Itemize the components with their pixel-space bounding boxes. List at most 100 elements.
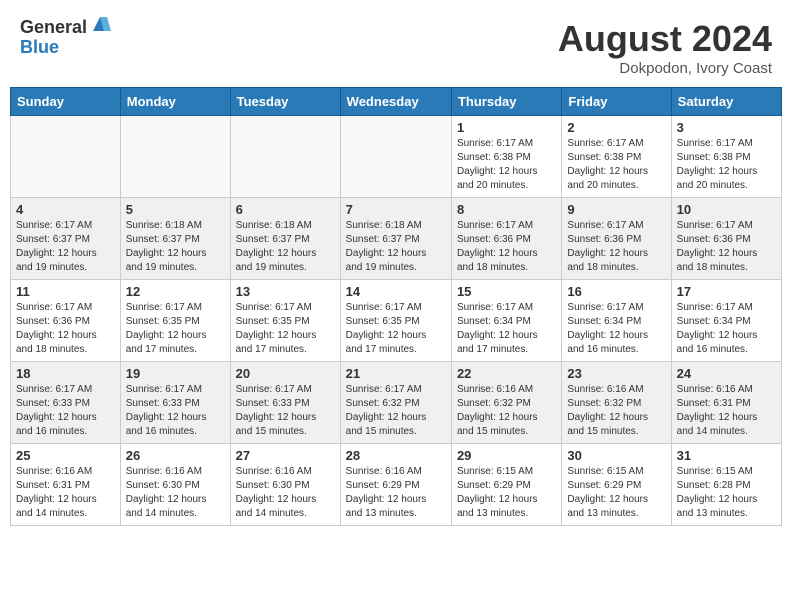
day-number: 26 [126,448,225,463]
day-info: Sunrise: 6:17 AM Sunset: 6:38 PM Dayligh… [567,137,665,193]
calendar-week-row: 1 Sunrise: 6:17 AM Sunset: 6:38 PM Daylig… [11,116,782,198]
day-number: 21 [346,366,446,381]
day-info: Sunrise: 6:16 AM Sunset: 6:31 PM Dayligh… [677,383,776,439]
day-info: Sunrise: 6:17 AM Sunset: 6:37 PM Dayligh… [16,219,115,275]
calendar-day-cell: 17 Sunrise: 6:17 AM Sunset: 6:34 PM Dayli… [671,280,781,362]
day-info: Sunrise: 6:16 AM Sunset: 6:32 PM Dayligh… [567,383,665,439]
day-of-week-header: Wednesday [340,88,451,116]
calendar-day-cell: 2 Sunrise: 6:17 AM Sunset: 6:38 PM Daylig… [562,116,671,198]
calendar-day-cell: 7 Sunrise: 6:18 AM Sunset: 6:37 PM Daylig… [340,198,451,280]
day-number: 6 [236,202,335,217]
page-header: General Blue August 2024 Dokpodon, Ivory… [10,10,782,82]
day-number: 16 [567,284,665,299]
calendar-day-cell: 26Sunrise: 6:16 AM Sunset: 6:30 PM Dayli… [120,444,230,526]
day-info: Sunrise: 6:17 AM Sunset: 6:34 PM Dayligh… [457,301,556,357]
day-number: 27 [236,448,335,463]
logo-icon [89,13,111,35]
day-number: 30 [567,448,665,463]
calendar-day-cell: 30 Sunrise: 6:15 AM Sunset: 6:29 PM Dayli… [562,444,671,526]
day-number: 17 [677,284,776,299]
day-number: 9 [567,202,665,217]
day-info: Sunrise: 6:17 AM Sunset: 6:33 PM Dayligh… [126,383,225,439]
day-number: 11 [16,284,115,299]
calendar-day-cell: 14Sunrise: 6:17 AM Sunset: 6:35 PM Dayli… [340,280,451,362]
calendar-day-cell: 11 Sunrise: 6:17 AM Sunset: 6:36 PM Dayli… [11,280,121,362]
day-info: Sunrise: 6:17 AM Sunset: 6:34 PM Dayligh… [677,301,776,357]
day-info: Sunrise: 6:18 AM Sunset: 6:37 PM Dayligh… [236,219,335,275]
day-info: Sunrise: 6:15 AM Sunset: 6:28 PM Dayligh… [677,465,776,521]
day-number: 28 [346,448,446,463]
calendar-day-cell [340,116,451,198]
calendar-day-cell: 13 Sunrise: 6:17 AM Sunset: 6:35 PM Dayli… [230,280,340,362]
day-info: Sunrise: 6:17 AM Sunset: 6:38 PM Dayligh… [457,137,556,193]
day-info: Sunrise: 6:15 AM Sunset: 6:29 PM Dayligh… [567,465,665,521]
day-number: 25 [16,448,115,463]
day-number: 19 [126,366,225,381]
day-number: 5 [126,202,225,217]
calendar-table: SundayMondayTuesdayWednesdayThursdayFrid… [10,87,782,526]
calendar-day-cell: 10Sunrise: 6:17 AM Sunset: 6:36 PM Dayli… [671,198,781,280]
calendar-day-cell [11,116,121,198]
day-info: Sunrise: 6:16 AM Sunset: 6:32 PM Dayligh… [457,383,556,439]
day-info: Sunrise: 6:16 AM Sunset: 6:31 PM Dayligh… [16,465,115,521]
calendar-day-cell: 6 Sunrise: 6:18 AM Sunset: 6:37 PM Daylig… [230,198,340,280]
calendar-day-cell: 24 Sunrise: 6:16 AM Sunset: 6:31 PM Dayli… [671,362,781,444]
calendar-header-row: SundayMondayTuesdayWednesdayThursdayFrid… [11,88,782,116]
day-number: 7 [346,202,446,217]
calendar-week-row: 11 Sunrise: 6:17 AM Sunset: 6:36 PM Dayli… [11,280,782,362]
day-info: Sunrise: 6:17 AM Sunset: 6:35 PM Dayligh… [126,301,225,357]
day-info: Sunrise: 6:15 AM Sunset: 6:29 PM Dayligh… [457,465,556,521]
day-number: 24 [677,366,776,381]
day-info: Sunrise: 6:17 AM Sunset: 6:36 PM Dayligh… [16,301,115,357]
calendar-day-cell: 16 Sunrise: 6:17 AM Sunset: 6:34 PM Dayli… [562,280,671,362]
calendar-day-cell [120,116,230,198]
day-info: Sunrise: 6:17 AM Sunset: 6:35 PM Dayligh… [236,301,335,357]
day-number: 3 [677,120,776,135]
day-info: Sunrise: 6:17 AM Sunset: 6:35 PM Dayligh… [346,301,446,357]
day-number: 18 [16,366,115,381]
day-info: Sunrise: 6:17 AM Sunset: 6:33 PM Dayligh… [16,383,115,439]
month-title: August 2024 [558,18,772,60]
day-info: Sunrise: 6:18 AM Sunset: 6:37 PM Dayligh… [126,219,225,275]
day-info: Sunrise: 6:18 AM Sunset: 6:37 PM Dayligh… [346,219,446,275]
day-info: Sunrise: 6:17 AM Sunset: 6:36 PM Dayligh… [457,219,556,275]
day-number: 13 [236,284,335,299]
calendar-day-cell: 4Sunrise: 6:17 AM Sunset: 6:37 PM Daylig… [11,198,121,280]
logo-general-text: General [20,18,87,38]
calendar-day-cell: 15 Sunrise: 6:17 AM Sunset: 6:34 PM Dayli… [451,280,561,362]
calendar-day-cell: 29Sunrise: 6:15 AM Sunset: 6:29 PM Dayli… [451,444,561,526]
calendar-day-cell: 12Sunrise: 6:17 AM Sunset: 6:35 PM Dayli… [120,280,230,362]
calendar-day-cell: 20 Sunrise: 6:17 AM Sunset: 6:33 PM Dayli… [230,362,340,444]
day-info: Sunrise: 6:17 AM Sunset: 6:34 PM Dayligh… [567,301,665,357]
title-area: August 2024 Dokpodon, Ivory Coast [558,18,772,77]
calendar-day-cell: 1 Sunrise: 6:17 AM Sunset: 6:38 PM Daylig… [451,116,561,198]
day-number: 1 [457,120,556,135]
day-number: 2 [567,120,665,135]
day-of-week-header: Tuesday [230,88,340,116]
day-info: Sunrise: 6:17 AM Sunset: 6:36 PM Dayligh… [567,219,665,275]
day-of-week-header: Monday [120,88,230,116]
day-of-week-header: Sunday [11,88,121,116]
calendar-day-cell: 25 Sunrise: 6:16 AM Sunset: 6:31 PM Dayli… [11,444,121,526]
calendar-day-cell: 8 Sunrise: 6:17 AM Sunset: 6:36 PM Daylig… [451,198,561,280]
day-info: Sunrise: 6:17 AM Sunset: 6:38 PM Dayligh… [677,137,776,193]
day-info: Sunrise: 6:17 AM Sunset: 6:33 PM Dayligh… [236,383,335,439]
day-number: 8 [457,202,556,217]
calendar-week-row: 18 Sunrise: 6:17 AM Sunset: 6:33 PM Dayli… [11,362,782,444]
day-info: Sunrise: 6:17 AM Sunset: 6:36 PM Dayligh… [677,219,776,275]
calendar-day-cell: 3 Sunrise: 6:17 AM Sunset: 6:38 PM Daylig… [671,116,781,198]
day-number: 15 [457,284,556,299]
calendar-day-cell: 5 Sunrise: 6:18 AM Sunset: 6:37 PM Daylig… [120,198,230,280]
day-of-week-header: Saturday [671,88,781,116]
day-number: 31 [677,448,776,463]
calendar-day-cell: 27Sunrise: 6:16 AM Sunset: 6:30 PM Dayli… [230,444,340,526]
day-info: Sunrise: 6:17 AM Sunset: 6:32 PM Dayligh… [346,383,446,439]
day-number: 22 [457,366,556,381]
calendar-day-cell: 21 Sunrise: 6:17 AM Sunset: 6:32 PM Dayli… [340,362,451,444]
day-number: 20 [236,366,335,381]
calendar-day-cell: 22 Sunrise: 6:16 AM Sunset: 6:32 PM Dayli… [451,362,561,444]
calendar-day-cell: 31 Sunrise: 6:15 AM Sunset: 6:28 PM Dayli… [671,444,781,526]
location-subtitle: Dokpodon, Ivory Coast [558,60,772,77]
calendar-day-cell: 23Sunrise: 6:16 AM Sunset: 6:32 PM Dayli… [562,362,671,444]
calendar-day-cell [230,116,340,198]
